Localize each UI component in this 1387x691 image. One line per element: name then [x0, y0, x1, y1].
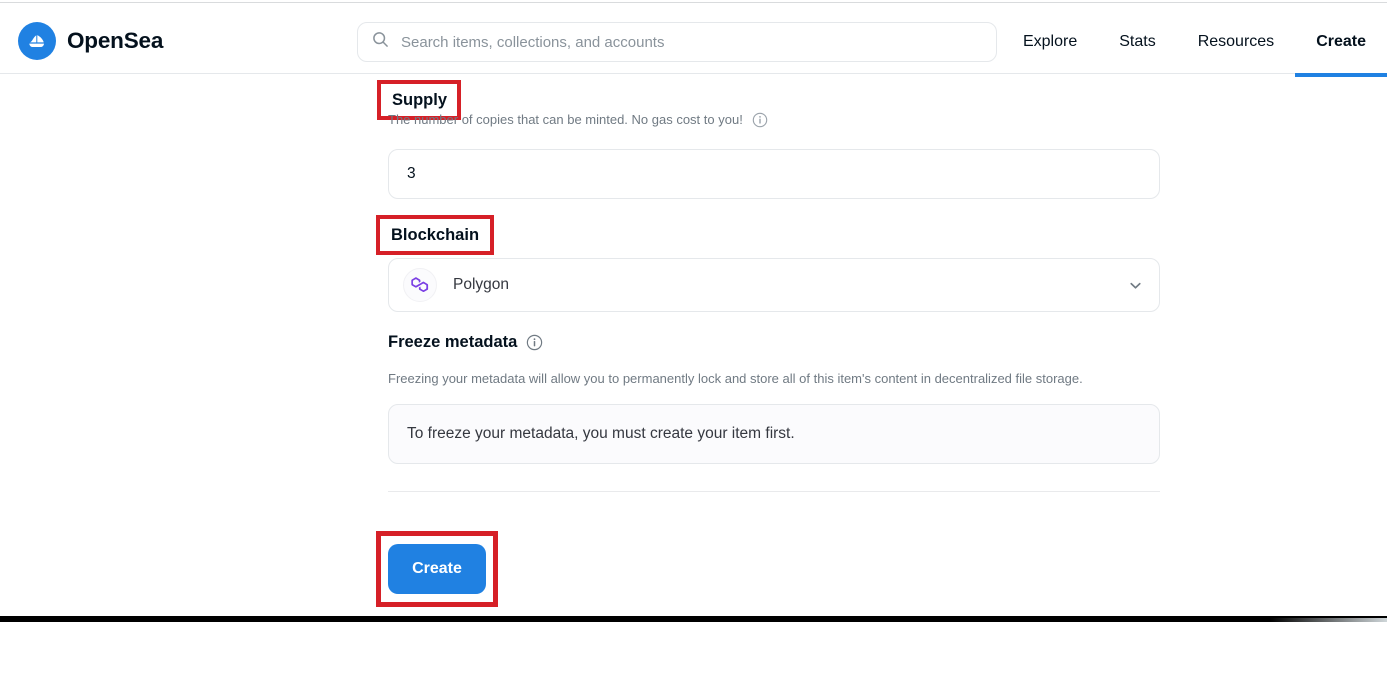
blockchain-label: Blockchain	[391, 226, 480, 244]
brand-logo-link[interactable]: OpenSea	[18, 22, 163, 60]
main-nav: Explore Stats Resources Create	[1002, 6, 1387, 77]
create-button[interactable]: Create	[388, 544, 486, 594]
blockchain-select[interactable]: Polygon	[388, 258, 1160, 312]
nav-item-resources[interactable]: Resources	[1177, 6, 1295, 77]
freeze-metadata-note-box: To freeze your metadata, you must create…	[388, 404, 1160, 464]
info-icon[interactable]	[526, 334, 543, 351]
form-divider	[388, 491, 1160, 492]
freeze-metadata-description-wrapper: Freezing your metadata will allow you to…	[388, 370, 1160, 388]
freeze-metadata-note: To freeze your metadata, you must create…	[407, 425, 795, 442]
info-icon[interactable]	[752, 112, 768, 128]
nav-item-label: Stats	[1119, 32, 1156, 50]
nav-item-create[interactable]: Create	[1295, 6, 1387, 77]
page-area-below-fold	[0, 622, 1387, 691]
nav-item-stats[interactable]: Stats	[1098, 6, 1176, 77]
search-input[interactable]	[401, 33, 982, 51]
nav-item-label: Resources	[1197, 32, 1275, 50]
annotation-box-blockchain-label: Blockchain	[376, 215, 495, 255]
polygon-icon	[403, 268, 437, 302]
supply-input[interactable]	[407, 165, 1141, 183]
freeze-metadata-description: Freezing your metadata will allow you to…	[388, 371, 1083, 386]
nav-item-explore[interactable]: Explore	[1002, 6, 1098, 77]
freeze-metadata-heading: Freeze metadata	[388, 332, 543, 352]
brand-name: OpenSea	[67, 28, 164, 53]
opensea-sailboat-icon	[18, 22, 56, 60]
freeze-metadata-label: Freeze metadata	[388, 333, 518, 351]
supply-help-row: The number of copies that can be minted.…	[388, 111, 768, 129]
supply-label: Supply	[392, 91, 448, 109]
site-header: OpenSea Explore Stats Resources Create	[0, 3, 1387, 77]
chevron-down-icon[interactable]	[1128, 278, 1143, 293]
search-bar[interactable]	[357, 22, 997, 62]
nav-active-underline	[1295, 73, 1387, 77]
nav-item-label: Explore	[1022, 32, 1078, 50]
blockchain-selected-value: Polygon	[453, 276, 510, 293]
nav-item-label: Create	[1316, 32, 1366, 50]
search-icon	[372, 31, 389, 53]
supply-help-text: The number of copies that can be minted.…	[388, 112, 743, 127]
supply-input-wrapper[interactable]	[388, 149, 1160, 199]
